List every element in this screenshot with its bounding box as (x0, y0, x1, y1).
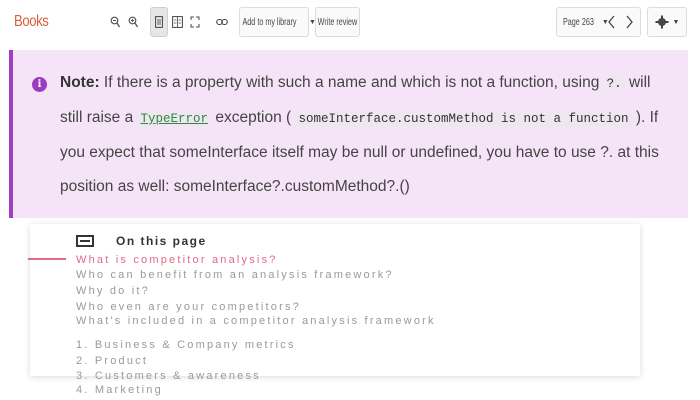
add-to-library-label: Add to my library (242, 16, 297, 28)
info-icon: i (32, 77, 47, 92)
two-page-icon (171, 16, 183, 28)
zoom-in-button[interactable] (124, 7, 142, 37)
toc-link[interactable]: Why do it? (76, 286, 150, 297)
active-item-marker (28, 258, 66, 260)
gear-icon (655, 15, 669, 29)
toc-title: On this page (116, 234, 207, 248)
two-page-view-button[interactable] (168, 7, 186, 37)
write-review-label: Write review (317, 16, 358, 28)
chevron-right-icon (626, 15, 633, 29)
note-callout: i Note: If there is a property with such… (9, 50, 688, 218)
page-selector-label: Page 263 (563, 16, 594, 28)
toc-link[interactable]: Who even are your competitors? (76, 302, 301, 313)
link-button[interactable] (212, 7, 232, 37)
zoom-out-button[interactable] (106, 7, 124, 37)
list-icon (76, 235, 94, 247)
note-text: Note: If there is a property with such a… (60, 66, 660, 204)
brand-logo[interactable]: Books (14, 13, 49, 31)
single-page-view-button[interactable] (150, 7, 168, 37)
next-page-button[interactable] (620, 7, 638, 37)
toc-link[interactable]: 3. Customers & awareness (76, 371, 261, 382)
previous-page-button[interactable] (602, 7, 620, 37)
toc-header: On this page (76, 234, 207, 248)
toc-link[interactable]: Who can benefit from an analysis framewo… (76, 270, 394, 281)
note-prefix: Note: (60, 74, 100, 91)
toc-link[interactable]: 1. Business & Company metrics (76, 340, 296, 351)
fullscreen-button[interactable] (186, 7, 204, 37)
typeerror-link[interactable]: TypeError (137, 111, 212, 127)
fullscreen-icon (190, 16, 200, 28)
optional-chaining-code: ?. (603, 76, 625, 92)
error-message-code: someInterface.customMethod is not a func… (295, 111, 632, 127)
on-this-page-panel: On this page What is competitor analysis… (28, 224, 640, 396)
settings-button[interactable]: ▼ (647, 7, 687, 37)
add-to-library-button[interactable]: Add to my library ▼ (239, 7, 316, 37)
toc-link[interactable]: 4. Marketing (76, 385, 163, 396)
link-icon (216, 18, 228, 26)
toc-link[interactable]: What is competitor analysis? (76, 255, 278, 266)
toc-link[interactable]: 2. Product (76, 356, 148, 367)
top-toolbar: Books Add to my library ▼ Write review P… (0, 0, 700, 46)
chevron-left-icon (607, 15, 614, 29)
toc-link[interactable]: What's included in a competitor analysis… (76, 316, 546, 327)
chevron-down-icon: ▼ (672, 18, 680, 26)
note-text-part: If there is a property with such a name … (99, 74, 604, 91)
zoom-out-icon (110, 16, 120, 28)
note-text-part: exception ( (211, 109, 296, 126)
single-page-icon (155, 16, 163, 28)
write-review-button[interactable]: Write review (315, 7, 360, 37)
zoom-in-icon (128, 16, 138, 28)
